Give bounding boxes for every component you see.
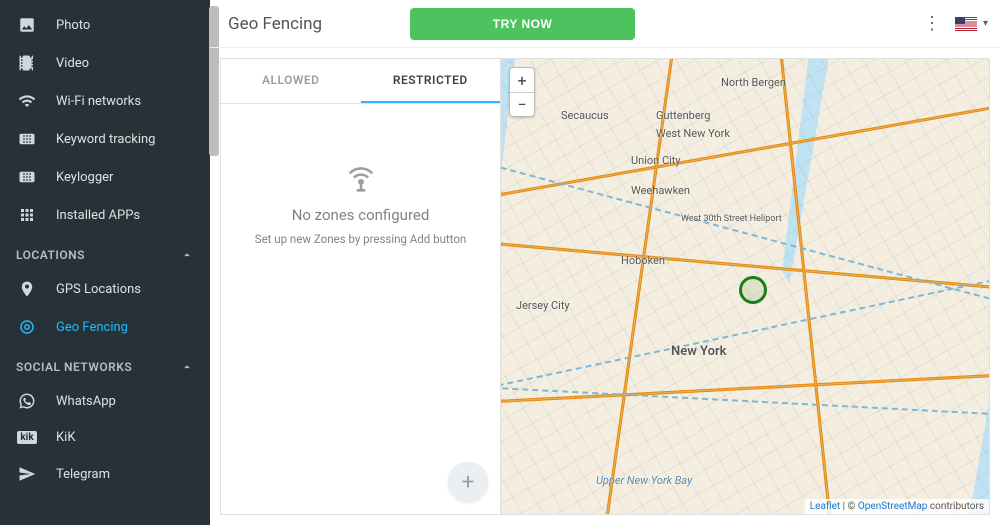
section-label: LOCATIONS [16,248,85,262]
map-label: Secaucus [561,109,609,122]
empty-state: No zones configured Set up new Zones by … [221,104,500,514]
sidebar: Photo Video Wi-Fi networks Keyword track… [0,0,210,525]
map-label: Guttenberg [656,109,710,122]
map-label: Weehawken [631,184,690,197]
osm-link[interactable]: OpenStreetMap [858,501,928,512]
sidebar-item-installed-apps[interactable]: Installed APPs [0,196,210,234]
dropdown-caret-icon: ▾ [983,18,988,29]
keyboard-icon [16,130,38,148]
grid-icon [16,206,38,224]
section-label: SOCIAL NETWORKS [16,360,132,374]
map-label: West New York [656,127,730,140]
target-icon [16,318,38,336]
empty-title: No zones configured [292,206,430,224]
tab-allowed[interactable]: ALLOWED [221,59,361,103]
sidebar-item-label: Installed APPs [56,208,140,223]
try-now-button[interactable]: TRY NOW [410,8,635,40]
pin-icon [16,280,38,298]
topbar: Geo Fencing TRY NOW ⋮ ▾ [210,0,1000,48]
sidebar-item-label: Keyword tracking [56,132,156,147]
map-label: Hoboken [621,254,665,267]
content: ALLOWED RESTRICTED No zones configured S… [210,48,1000,525]
more-menu-icon[interactable]: ⋮ [923,15,941,33]
antenna-icon [344,162,378,196]
zoom-control: + − [509,67,535,117]
sidebar-item-geo-fencing[interactable]: Geo Fencing [0,308,210,346]
map[interactable]: North Bergen Secaucus Guttenberg West Ne… [500,58,990,515]
map-label: Union City [631,154,681,167]
kik-icon: kik [16,431,38,444]
sidebar-item-wifi[interactable]: Wi-Fi networks [0,82,210,120]
sidebar-item-keyword-tracking[interactable]: Keyword tracking [0,120,210,158]
sidebar-item-keylogger[interactable]: Keylogger [0,158,210,196]
main: Geo Fencing TRY NOW ⋮ ▾ ALLOWED RESTRICT… [210,0,1000,525]
sidebar-item-gps-locations[interactable]: GPS Locations [0,270,210,308]
map-label: New York [671,344,727,359]
sidebar-item-label: Wi-Fi networks [56,94,141,109]
sidebar-item-label: GPS Locations [56,282,141,297]
page-title: Geo Fencing [228,14,322,34]
sidebar-item-label: Keylogger [56,170,113,185]
sidebar-item-whatsapp[interactable]: WhatsApp [0,382,210,420]
keyboard-icon [16,168,38,186]
zones-panel: ALLOWED RESTRICTED No zones configured S… [220,58,500,515]
flag-us-icon [955,17,977,31]
chevron-up-icon [180,248,194,262]
geofence-marker[interactable] [739,276,767,304]
language-selector[interactable]: ▾ [955,17,988,31]
photo-icon [16,16,38,34]
sidebar-item-label: Photo [56,18,90,33]
empty-subtitle: Set up new Zones by pressing Add button [255,232,467,246]
section-locations[interactable]: LOCATIONS [0,234,210,270]
video-icon [16,54,38,72]
sidebar-item-label: KiK [56,430,75,445]
map-attribution: Leaflet | © OpenStreetMap contributors [805,499,989,514]
sidebar-item-kik[interactable]: kik KiK [0,420,210,455]
wifi-icon [16,92,38,110]
sidebar-item-telegram[interactable]: Telegram [0,455,210,493]
sidebar-item-label: Video [56,56,89,71]
map-label: Jersey City [516,299,570,312]
telegram-icon [16,465,38,483]
sidebar-item-label: Telegram [56,467,110,482]
add-zone-button[interactable]: + [448,462,488,502]
leaflet-link[interactable]: Leaflet [810,501,840,512]
zoom-in-button[interactable]: + [510,68,534,92]
map-label: North Bergen [721,76,786,89]
tab-restricted[interactable]: RESTRICTED [361,59,501,103]
sidebar-item-label: WhatsApp [56,394,116,409]
whatsapp-icon [16,392,38,410]
sidebar-item-video[interactable]: Video [0,44,210,82]
map-label: West 30th Street Heliport [681,214,782,224]
sidebar-item-photo[interactable]: Photo [0,6,210,44]
tabs: ALLOWED RESTRICTED [221,59,500,104]
zoom-out-button[interactable]: − [510,92,534,116]
sidebar-item-label: Geo Fencing [56,320,128,335]
map-label: Upper New York Bay [596,474,692,487]
section-social[interactable]: SOCIAL NETWORKS [0,346,210,382]
chevron-up-icon [180,360,194,374]
